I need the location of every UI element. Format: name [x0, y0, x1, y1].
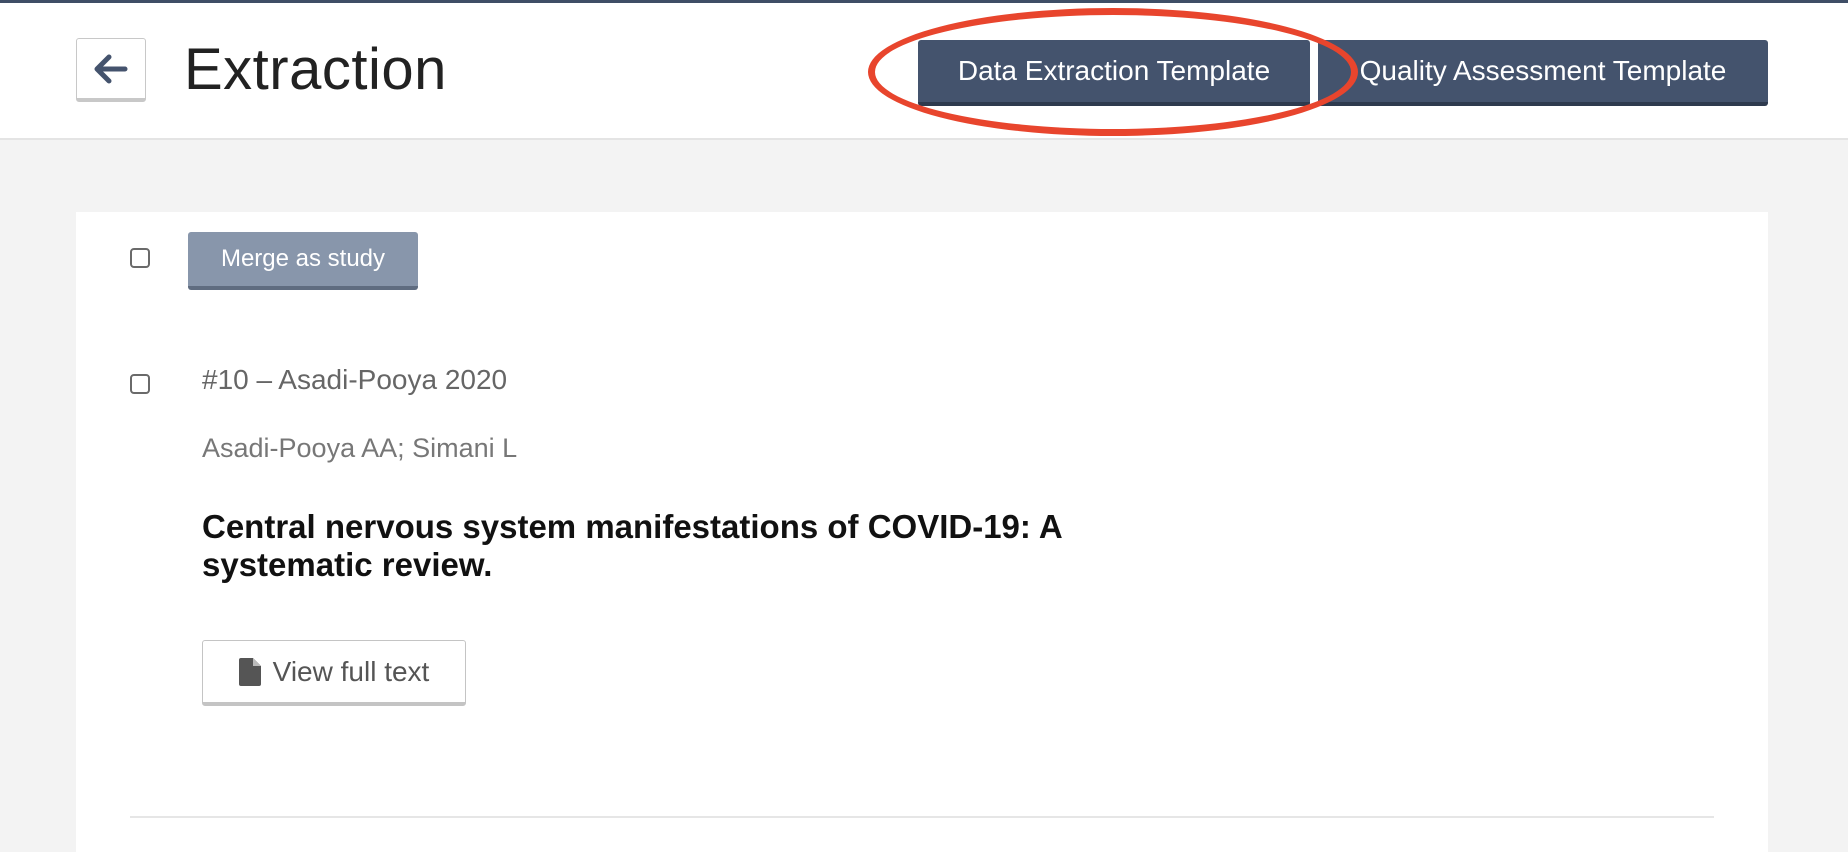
- view-full-text-button[interactable]: View full text: [202, 640, 466, 706]
- reference-title: Central nervous system manifestations of…: [202, 508, 1062, 583]
- document-icon: [238, 657, 261, 686]
- select-all-checkbox[interactable]: [130, 248, 150, 268]
- reference-id: #10 – Asadi-Pooya 2020: [202, 364, 508, 395]
- merge-as-study-button[interactable]: Merge as study: [188, 232, 418, 290]
- page-title: Extraction: [184, 37, 447, 102]
- back-button[interactable]: [76, 38, 146, 102]
- data-extraction-template-button[interactable]: Data Extraction Template: [918, 40, 1310, 106]
- arrow-left-icon: [94, 54, 128, 83]
- divider: [130, 816, 1714, 818]
- reference-checkbox[interactable]: [130, 374, 150, 394]
- reference-card: Merge as study #10 – Asadi-Pooya 2020 As…: [76, 212, 1768, 852]
- quality-assessment-template-button[interactable]: Quality Assessment Template: [1318, 40, 1768, 106]
- view-full-text-label: View full text: [272, 655, 430, 687]
- reference-authors: Asadi-Pooya AA; Simani L: [202, 433, 518, 463]
- page-header: Extraction Data Extraction Template Qual…: [0, 3, 1848, 140]
